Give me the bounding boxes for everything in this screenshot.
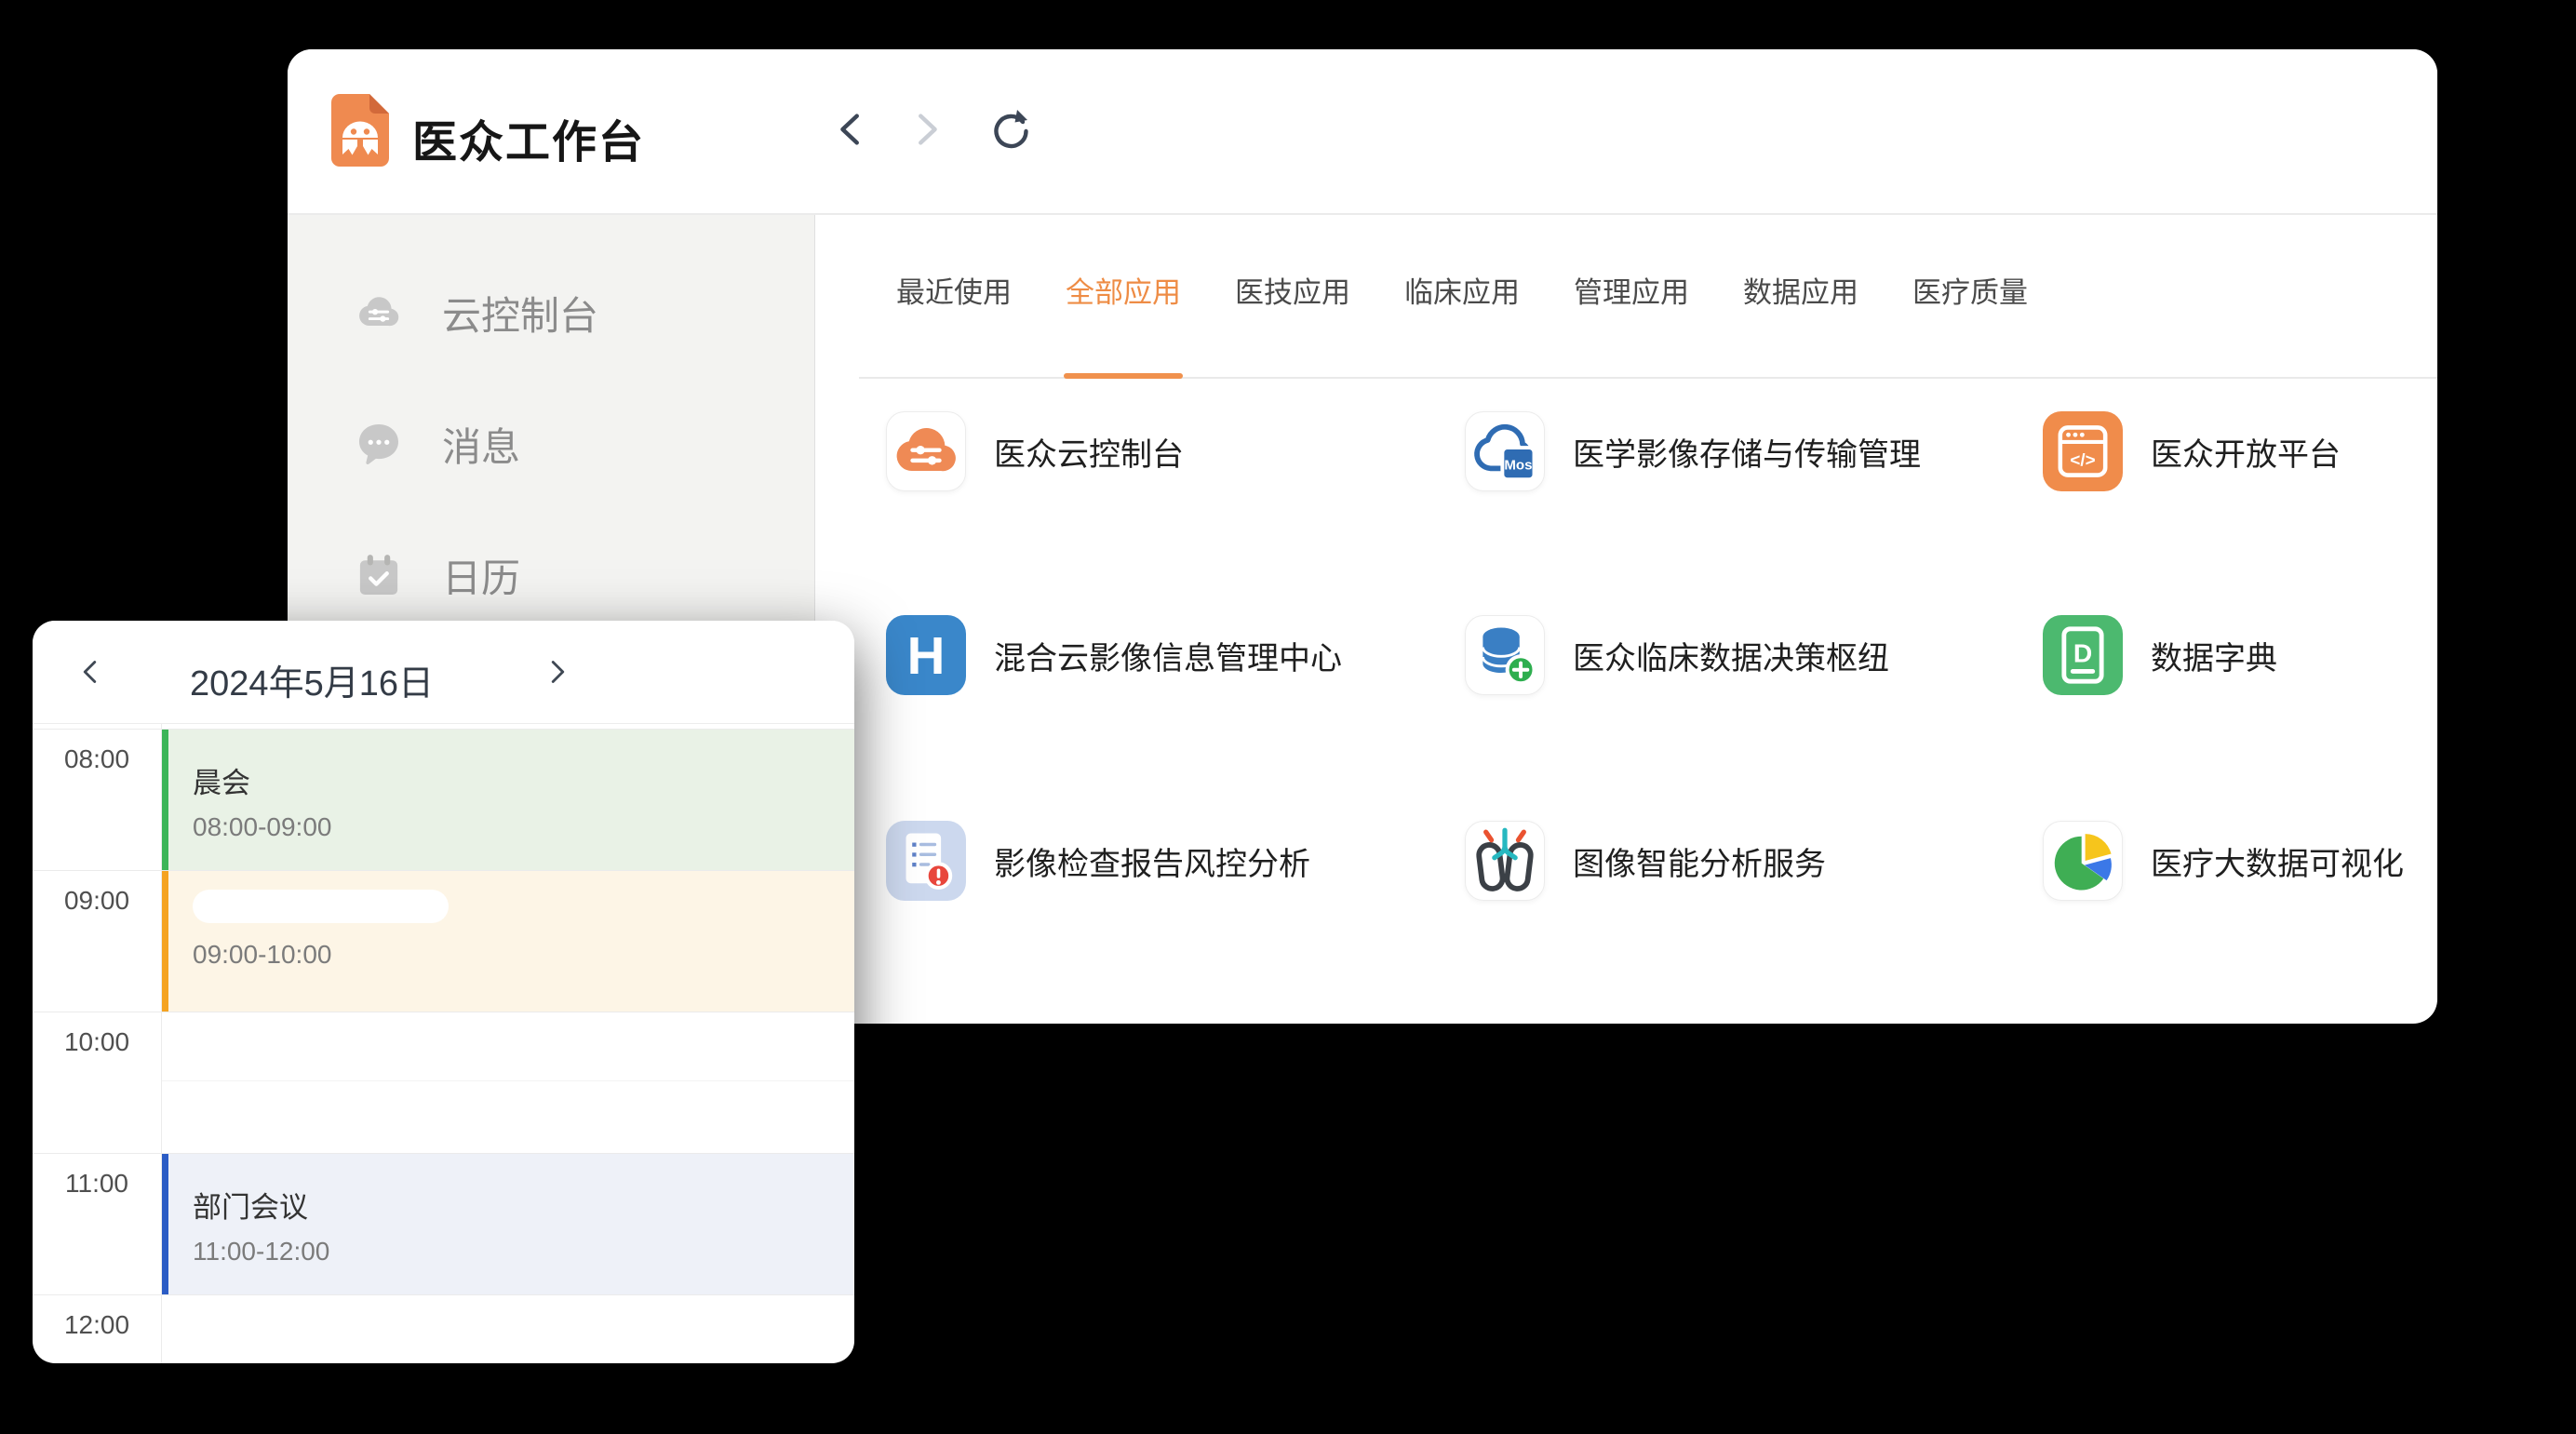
app-label: 医疗大数据可视化 — [2151, 838, 2404, 884]
tab-all-apps[interactable]: 全部应用 — [1066, 263, 1181, 323]
back-button[interactable] — [827, 105, 876, 154]
mos-badge-text: Mos — [1504, 458, 1532, 474]
app-label: 医众临床数据决策枢纽 — [1573, 633, 1889, 678]
app-label: 混合云影像信息管理中心 — [994, 633, 1342, 678]
calendar-header: 2024年5月16日 — [33, 621, 854, 724]
h-glyph: H — [907, 626, 946, 685]
blue-cloud-storage-icon: Mos — [1466, 412, 1544, 490]
time-label: 08:00 — [33, 744, 161, 774]
code-window-icon: </> — [2043, 411, 2123, 491]
hour-gridline — [33, 1294, 854, 1295]
orange-cloud-sliders-icon — [887, 412, 965, 490]
app-big-data-visualization[interactable]: 医疗大数据可视化 — [2043, 821, 2404, 901]
forward-button[interactable] — [902, 105, 950, 154]
report-alert-icon — [886, 821, 966, 901]
tab-recently-used[interactable]: 最近使用 — [896, 263, 1012, 323]
calendar-window: 2024年5月16日 08:00 09:00 10:00 11:00 12:00… — [33, 621, 854, 1363]
time-label: 09:00 — [33, 886, 161, 916]
dictionary-book-icon: D — [2043, 615, 2123, 695]
app-hybrid-cloud-center[interactable]: H 混合云影像信息管理中心 — [886, 615, 1342, 695]
time-label: 10:00 — [33, 1027, 161, 1057]
app-open-platform[interactable]: </> 医众开放平台 — [2043, 411, 2341, 491]
time-label: 12:00 — [33, 1310, 161, 1340]
app-image-ai-service[interactable]: 图像智能分析服务 — [1465, 821, 1826, 901]
refresh-icon — [986, 107, 1030, 152]
event-time: 09:00-10:00 — [193, 940, 854, 970]
chevron-left-icon — [830, 108, 873, 151]
event-title: 部门会议 — [193, 1184, 854, 1226]
cloud-console-icon — [353, 287, 405, 339]
sidebar-item-messages[interactable]: 消息 — [353, 416, 520, 472]
tab-medical-quality[interactable]: 医疗质量 — [1912, 263, 2028, 323]
app-label: 数据字典 — [2151, 633, 2277, 678]
sidebar-item-label: 消息 — [442, 416, 520, 473]
app-image-storage-transfer[interactable]: Mos 医学影像存储与传输管理 — [1465, 411, 1921, 491]
event-redacted[interactable]: 09:00-10:00 — [162, 871, 854, 1012]
app-label: 医众云控制台 — [994, 429, 1184, 475]
hybrid-cloud-icon: H — [886, 615, 966, 695]
tab-clinical-apps[interactable]: 临床应用 — [1404, 263, 1520, 323]
pie-chart-icon — [2044, 822, 2122, 900]
tab-bar: 最近使用 全部应用 医技应用 临床应用 管理应用 数据应用 医疗质量 — [896, 263, 2028, 323]
app-data-dictionary[interactable]: D 数据字典 — [2043, 615, 2277, 695]
chevron-right-icon — [540, 655, 573, 689]
calendar-next-day-button[interactable] — [533, 649, 580, 695]
half-hour-gridline — [162, 1080, 854, 1081]
event-time: 11:00-12:00 — [193, 1237, 854, 1266]
svg-text:</>: </> — [2070, 449, 2095, 469]
app-label: 影像检查报告风控分析 — [994, 838, 1310, 884]
lungs-icon — [1466, 822, 1544, 900]
sidebar-item-calendar[interactable]: 日历 — [353, 547, 520, 603]
calendar-day-grid: 08:00 09:00 10:00 11:00 12:00 晨会 08:00-0… — [33, 621, 854, 1363]
screenshot-stage: 医众工作台 — [0, 0, 2576, 1434]
app-cloud-console[interactable]: 医众云控制台 — [886, 411, 1184, 491]
event-title: 晨会 — [193, 759, 854, 801]
d-glyph: D — [2073, 637, 2092, 667]
calendar-prev-day-button[interactable] — [68, 649, 114, 695]
refresh-button[interactable] — [984, 105, 1032, 154]
sidebar-item-label: 云控制台 — [442, 285, 598, 342]
chevron-right-icon — [905, 108, 947, 151]
tab-medtech-apps[interactable]: 医技应用 — [1235, 263, 1350, 323]
database-plus-icon — [1466, 616, 1544, 694]
chevron-left-icon — [74, 655, 108, 689]
time-label: 11:00 — [33, 1169, 161, 1199]
event-department-meeting[interactable]: 部门会议 11:00-12:00 — [162, 1154, 854, 1294]
sidebar-item-label: 日历 — [442, 547, 520, 604]
event-morning-meeting[interactable]: 晨会 08:00-09:00 — [162, 730, 854, 870]
sidebar-item-cloud-console[interactable]: 云控制台 — [353, 285, 598, 341]
app-label: 医众开放平台 — [2151, 429, 2341, 475]
calendar-date: 2024年5月16日 — [135, 654, 489, 705]
brand-mascot-icon — [330, 93, 390, 168]
message-bubble-icon — [353, 418, 405, 470]
app-label: 医学影像存储与传输管理 — [1573, 429, 1921, 475]
window-title: 医众工作台 — [412, 105, 645, 170]
app-report-risk-analysis[interactable]: 影像检查报告风控分析 — [886, 821, 1310, 901]
event-time: 08:00-09:00 — [193, 812, 854, 842]
window-header: 医众工作台 — [288, 49, 2437, 215]
tab-management-apps[interactable]: 管理应用 — [1574, 263, 1689, 323]
calendar-check-icon — [353, 549, 405, 601]
app-clinical-data-hub[interactable]: 医众临床数据决策枢纽 — [1465, 615, 1889, 695]
tab-data-apps[interactable]: 数据应用 — [1743, 263, 1858, 323]
app-label: 图像智能分析服务 — [1573, 838, 1826, 884]
event-title-placeholder — [193, 890, 449, 923]
